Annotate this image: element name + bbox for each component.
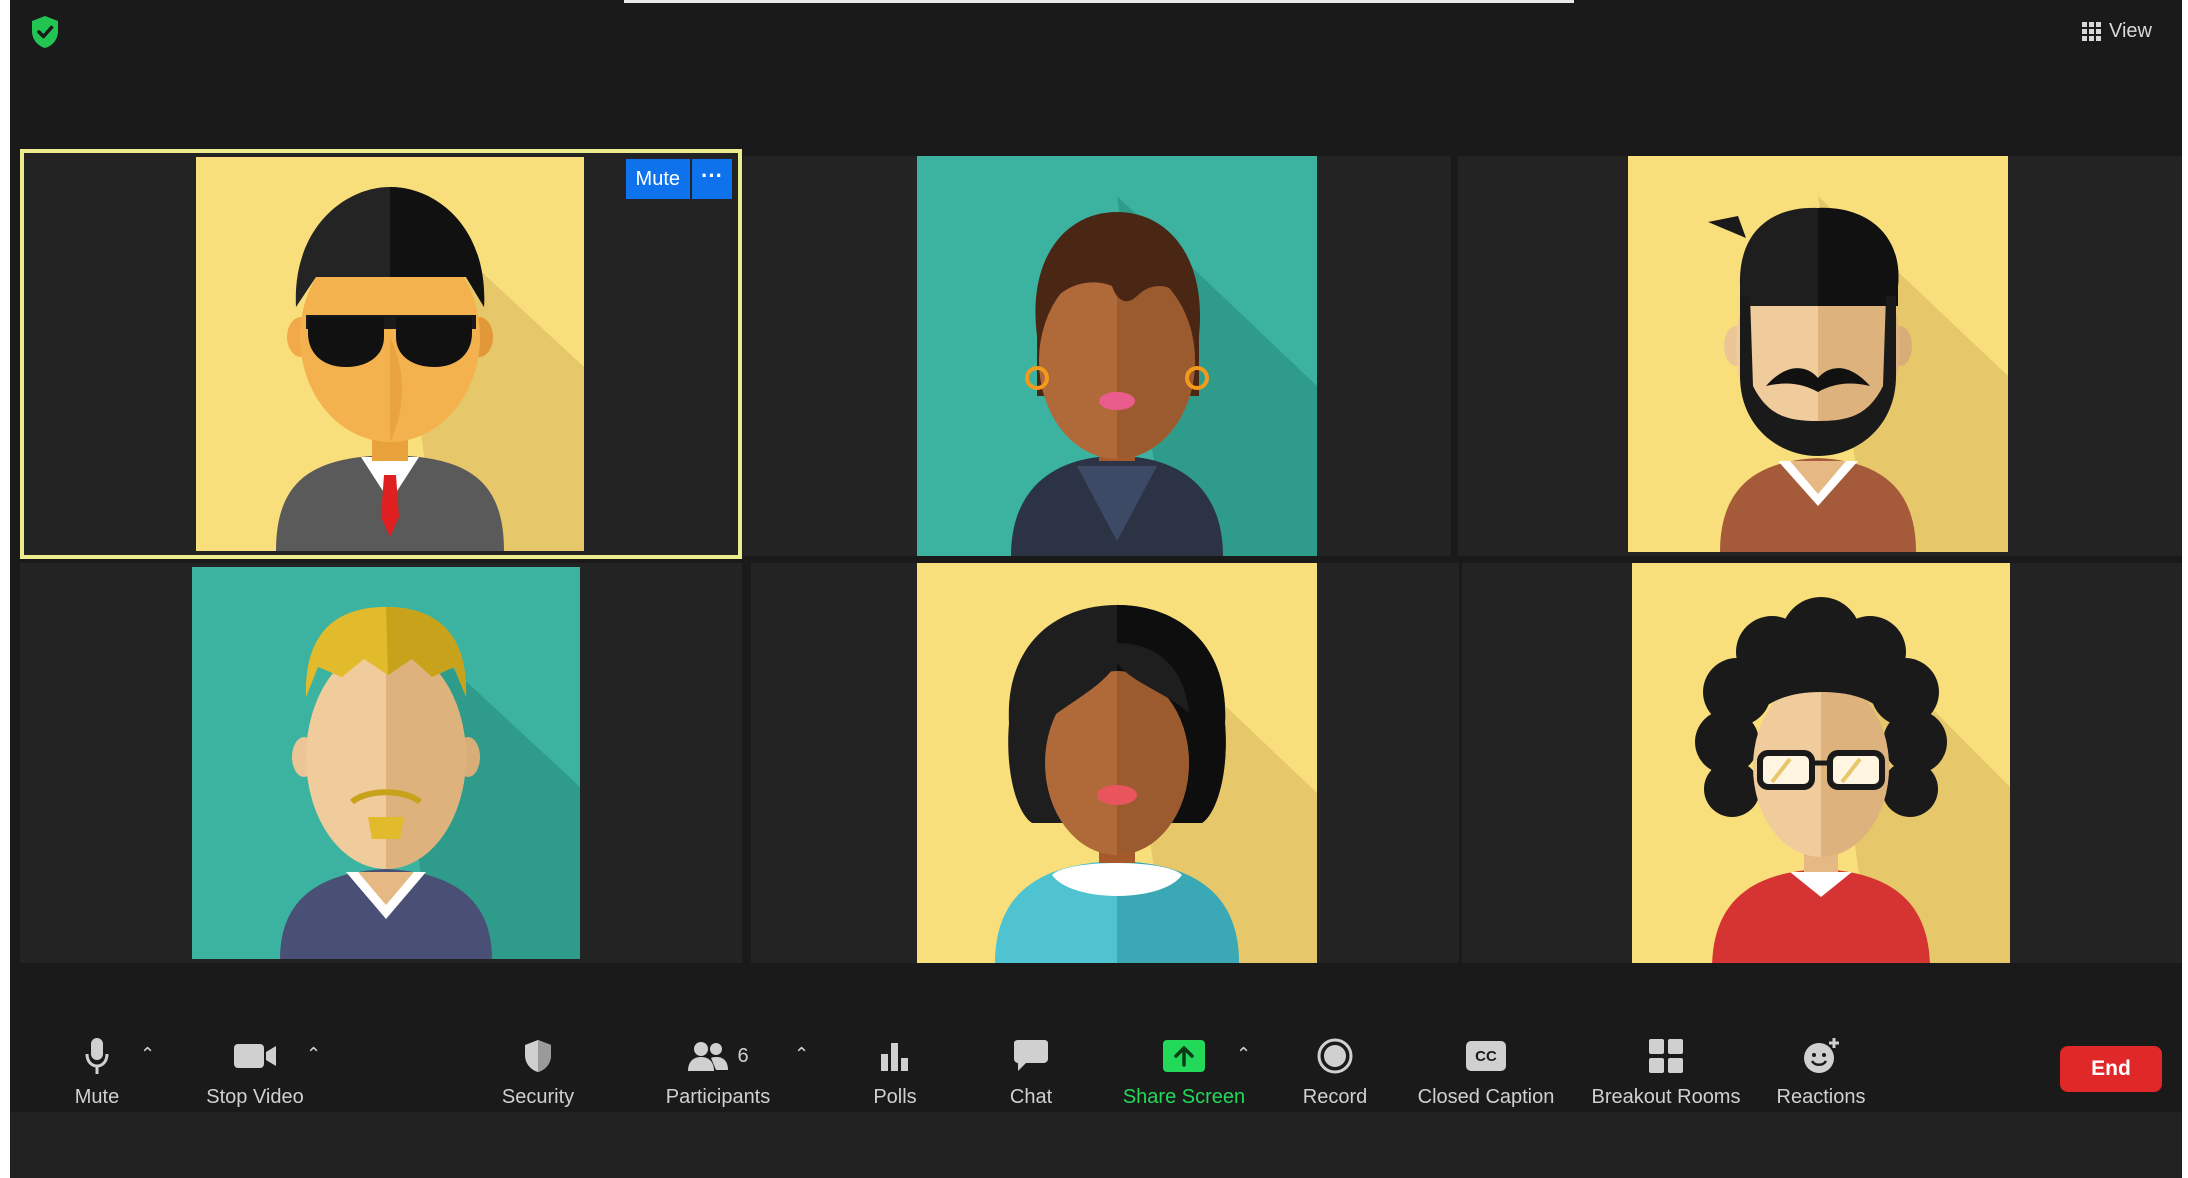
polls-button[interactable]: Polls <box>850 1008 940 1112</box>
avatar-woman-bob <box>917 563 1317 963</box>
video-tile-4[interactable] <box>20 563 742 963</box>
security-shield-icon <box>525 1040 551 1072</box>
mute-label: Mute <box>74 1086 120 1108</box>
record-icon <box>1317 1038 1353 1074</box>
view-button[interactable]: View <box>2072 14 2162 48</box>
security-label: Security <box>501 1086 575 1108</box>
closed-caption-icon: CC <box>1466 1041 1506 1071</box>
video-tile-6[interactable] <box>1462 563 2182 963</box>
audio-options-caret-icon[interactable]: ⌃ <box>140 1044 155 1065</box>
record-button[interactable]: Record <box>1290 1008 1380 1112</box>
avatar-blond-man <box>192 567 580 959</box>
grid-view-icon <box>2082 21 2101 41</box>
video-tile-2[interactable] <box>743 156 1451 556</box>
reactions-smiley-icon <box>1804 1038 1839 1073</box>
encryption-shield-icon[interactable] <box>29 14 61 50</box>
mute-button[interactable]: Mute <box>52 1008 142 1112</box>
video-options-caret-icon[interactable]: ⌃ <box>306 1044 321 1065</box>
avatar-woman-earrings <box>917 156 1317 556</box>
stop-video-button[interactable]: Stop Video <box>190 1008 320 1112</box>
end-meeting-button[interactable]: End <box>2060 1046 2162 1092</box>
polls-bar-chart-icon <box>881 1043 908 1071</box>
participants-icon <box>688 1042 729 1071</box>
breakout-rooms-grid-icon <box>1649 1039 1683 1073</box>
share-options-caret-icon[interactable]: ⌃ <box>1236 1044 1251 1065</box>
video-camera-icon <box>234 1044 276 1068</box>
avatar-bearded-man <box>1628 156 2008 552</box>
security-button[interactable]: Security <box>488 1008 588 1112</box>
chat-bubble-icon <box>1014 1040 1048 1071</box>
breakout-rooms-button[interactable]: Breakout Rooms <box>1576 1008 1756 1112</box>
microphone-icon <box>85 1038 109 1074</box>
avatar-man-sunglasses <box>196 157 584 551</box>
meeting-toolbar: Mute ⌃ Stop Video ⌃ Security 6 Participa… <box>10 1008 2182 1112</box>
reactions-button[interactable]: Reactions <box>1766 1008 1876 1112</box>
video-tile-1[interactable]: Mute ··· <box>20 149 742 559</box>
participants-button[interactable]: 6 Participants <box>650 1008 786 1112</box>
participants-label: Participants <box>665 1086 771 1108</box>
tile-mute-button[interactable]: Mute <box>625 159 690 199</box>
top-divider <box>624 0 1574 3</box>
avatar-curly-hair-glasses <box>1632 563 2010 963</box>
tile-controls: Mute ··· <box>625 159 732 199</box>
tile-more-button[interactable]: ··· <box>692 159 732 199</box>
closed-caption-label: Closed Caption <box>1417 1086 1555 1108</box>
reactions-label: Reactions <box>1776 1086 1866 1108</box>
bottom-strip <box>10 1112 2182 1178</box>
record-label: Record <box>1302 1086 1368 1108</box>
share-screen-button[interactable]: Share Screen <box>1116 1008 1252 1112</box>
polls-label: Polls <box>873 1086 917 1108</box>
participants-options-caret-icon[interactable]: ⌃ <box>794 1044 809 1065</box>
chat-button[interactable]: Chat <box>986 1008 1076 1112</box>
closed-caption-button[interactable]: CC Closed Caption <box>1406 1008 1566 1112</box>
share-screen-arrow-icon <box>1163 1040 1205 1072</box>
video-tile-3[interactable] <box>1458 156 2182 556</box>
chat-label: Chat <box>1009 1086 1053 1108</box>
video-tile-5[interactable] <box>751 563 1459 963</box>
breakout-rooms-label: Breakout Rooms <box>1591 1086 1741 1108</box>
participant-count: 6 <box>737 1044 749 1067</box>
share-screen-label: Share Screen <box>1122 1086 1246 1108</box>
view-label: View <box>2109 19 2152 42</box>
svg-text:CC: CC <box>1475 1048 1497 1065</box>
stop-video-label: Stop Video <box>206 1086 304 1108</box>
meeting-window: View Mute ··· Mute ⌃ Stop Video ⌃ Securi… <box>10 0 2182 1178</box>
